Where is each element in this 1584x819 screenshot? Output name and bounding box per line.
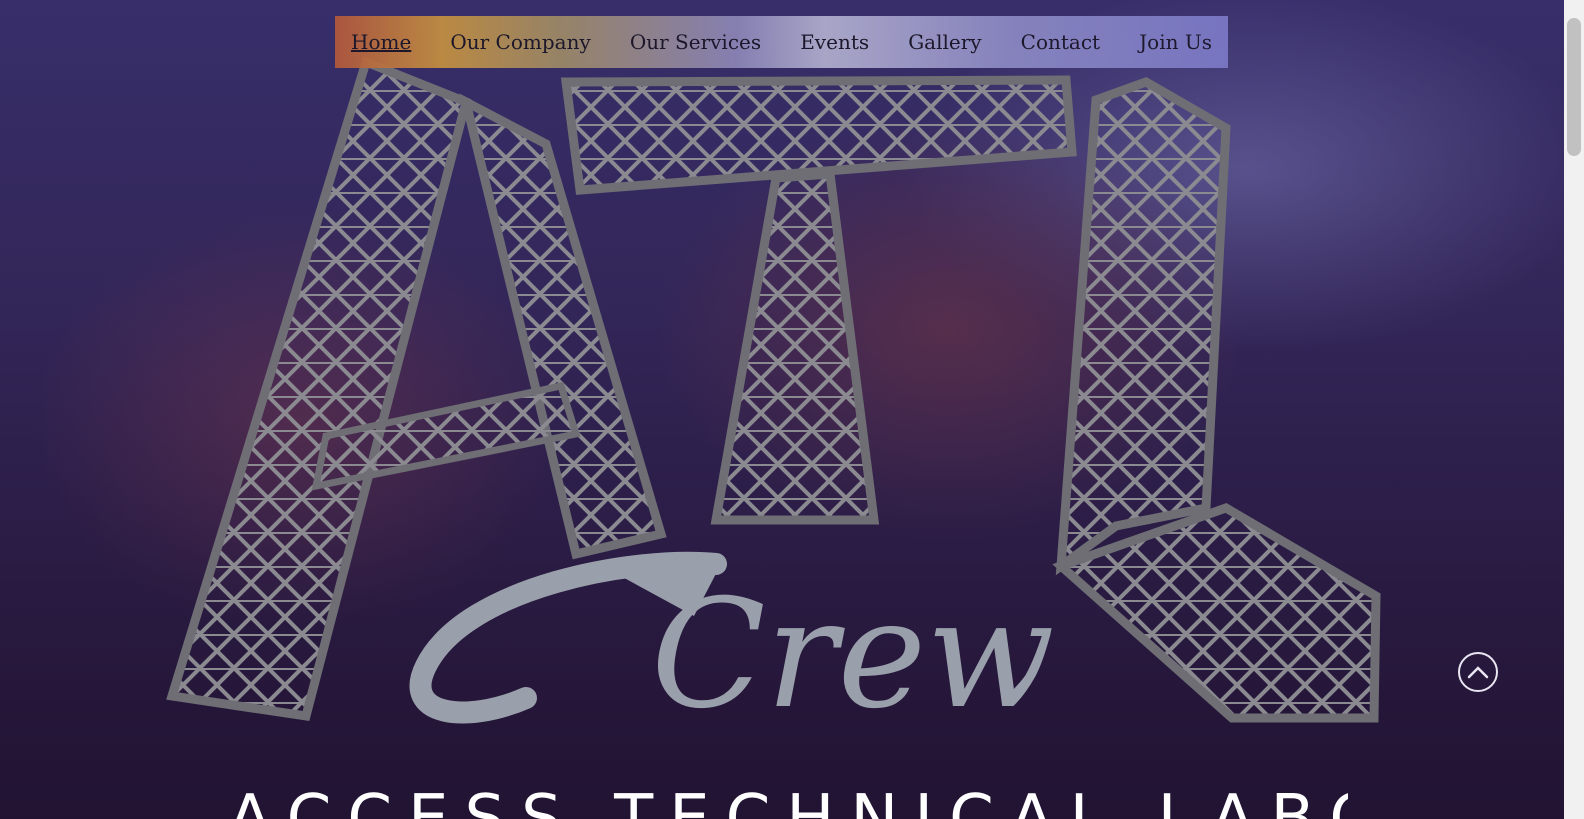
nav-join-us[interactable]: Join Us <box>1139 30 1212 54</box>
nav-our-company[interactable]: Our Company <box>450 30 590 54</box>
scroll-to-top-button[interactable] <box>1458 652 1498 692</box>
nav-home[interactable]: Home <box>351 30 411 54</box>
nav-our-services[interactable]: Our Services <box>630 30 761 54</box>
hero-headline: ACCESS TECHNICAL LABOR <box>228 782 1348 819</box>
crew-wordmark: Crew <box>409 551 1055 726</box>
page-scrollbar[interactable] <box>1564 0 1584 819</box>
nav-contact[interactable]: Contact <box>1021 30 1100 54</box>
main-navigation: Home Our Company Our Services Events Gal… <box>335 16 1228 68</box>
hero-section: Crew ACCESS TECHNICAL LABOR <box>0 0 1564 819</box>
nav-events[interactable]: Events <box>800 30 869 54</box>
svg-text:Crew: Crew <box>651 568 1055 726</box>
crew-logo: Crew <box>166 56 1381 726</box>
truss-letter-l <box>1052 77 1381 723</box>
scrollbar-thumb[interactable] <box>1567 18 1581 156</box>
chevron-up-icon <box>1467 666 1489 679</box>
nav-gallery[interactable]: Gallery <box>908 30 981 54</box>
